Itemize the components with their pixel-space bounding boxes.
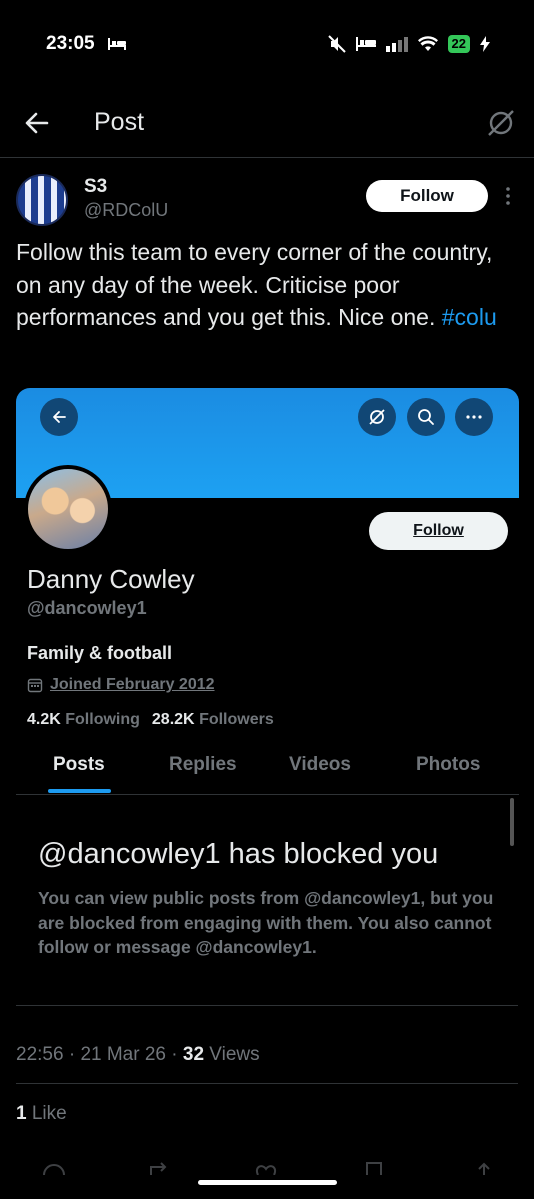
grok-icon[interactable] (486, 108, 516, 138)
blocked-title: @dancowley1 has blocked you (38, 838, 439, 870)
post-time: 22:56 (16, 1044, 64, 1065)
signal-icon (385, 37, 408, 52)
home-indicator[interactable] (198, 1180, 337, 1185)
views-count: 32 (182, 1044, 205, 1065)
profile-handle: @dancowley1 (27, 598, 147, 618)
header-divider (0, 157, 534, 158)
following-stat: 4.2K Following (27, 711, 140, 729)
follow-button[interactable]: Follow (366, 180, 488, 212)
calendar-icon (27, 678, 43, 693)
author-name[interactable]: S3 (84, 176, 107, 198)
followers-label: Followers (199, 711, 274, 728)
page-title: Post (94, 108, 145, 136)
status-bar: 23:05 22 (0, 0, 534, 88)
post-body: Follow this team to every corner of the … (16, 239, 493, 330)
likes-summary[interactable]: 1 Like (16, 1103, 67, 1125)
likes-count: 1 (16, 1103, 27, 1124)
joined-date: Joined February 2012 (50, 676, 215, 693)
followers-count: 28.2K (151, 711, 195, 728)
tabs-divider (16, 794, 519, 795)
embed-more-button (455, 398, 493, 436)
bookmark-icon[interactable] (362, 1161, 386, 1175)
like-icon[interactable] (254, 1161, 278, 1175)
back-arrow-icon (53, 411, 66, 423)
status-icons: 22 (327, 33, 490, 55)
grok-icon (369, 409, 385, 425)
charging-icon (480, 36, 490, 52)
profile-display-name: Danny Cowley (27, 564, 195, 594)
tab-posts: Posts (53, 754, 105, 775)
active-tab-indicator (48, 789, 111, 793)
top-bar: Post (0, 96, 534, 152)
blocked-message: You can view public posts from @dancowle… (38, 888, 494, 957)
followers-stat: 28.2K Followers (152, 711, 274, 729)
share-icon[interactable] (472, 1161, 496, 1175)
embed-follow-button: Follow (369, 512, 508, 550)
post-meta: 22:56 · 21 Mar 26 · 32 Views (16, 1044, 260, 1065)
mute-icon (327, 35, 346, 53)
image-divider (16, 1005, 518, 1006)
hashtag-link[interactable]: #colu (442, 304, 497, 330)
scrollbar (510, 798, 514, 846)
profile-stats: 4.2K Following 28.2K Followers (27, 711, 274, 729)
action-bar (0, 1155, 534, 1199)
following-count: 4.2K (27, 711, 61, 728)
profile-avatar (24, 465, 112, 553)
battery-level: 22 (447, 35, 470, 53)
attached-image[interactable]: Follow Danny Cowley @dancowley1 Family &… (16, 388, 519, 1003)
embed-search-button (407, 398, 445, 436)
likes-label: Like (31, 1103, 67, 1124)
repost-icon[interactable] (147, 1161, 171, 1175)
sleep-mode-icon (355, 37, 376, 51)
embed-back-button (40, 398, 78, 436)
profile-joined: Joined February 2012 (27, 676, 215, 694)
tab-replies: Replies (169, 754, 237, 775)
post-date: 21 Mar 26 (80, 1044, 166, 1065)
wifi-icon (417, 36, 438, 51)
views-label: Views (209, 1044, 260, 1065)
more-options-icon[interactable] (501, 184, 515, 208)
author-handle[interactable]: @RDColU (84, 200, 168, 221)
meta-divider (16, 1083, 518, 1084)
reply-icon[interactable] (42, 1161, 66, 1175)
following-label: Following (65, 711, 140, 728)
more-horizontal-icon (466, 415, 482, 419)
tab-videos: Videos (289, 754, 351, 775)
sleep-icon (108, 38, 126, 50)
embed-grok-button (358, 398, 396, 436)
search-icon (418, 409, 434, 425)
author-avatar[interactable] (16, 174, 68, 226)
tab-photos: Photos (416, 754, 481, 775)
post-text: Follow this team to every corner of the … (16, 236, 516, 334)
back-arrow-icon[interactable] (22, 108, 52, 138)
status-time: 23:05 (46, 33, 95, 54)
profile-bio: Family & football (27, 643, 173, 663)
